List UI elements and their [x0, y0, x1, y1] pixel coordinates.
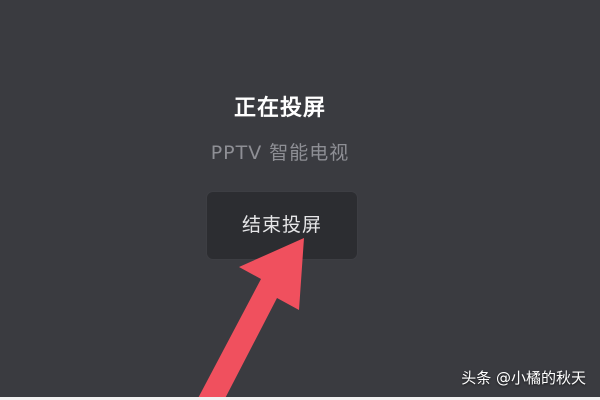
annotation-arrow: [197, 238, 304, 400]
screen-mirroring-panel: 正在投屏 PPTV 智能电视 结束投屏 头条 @小橘的秋天: [0, 0, 600, 400]
mirroring-status-title: 正在投屏: [233, 96, 326, 121]
target-device-name: PPTV 智能电视: [210, 142, 350, 164]
stop-mirroring-button[interactable]: 结束投屏: [207, 192, 357, 259]
watermark-text: 头条 @小橘的秋天: [461, 369, 586, 387]
watermark: 头条 @小橘的秋天: [461, 367, 586, 388]
